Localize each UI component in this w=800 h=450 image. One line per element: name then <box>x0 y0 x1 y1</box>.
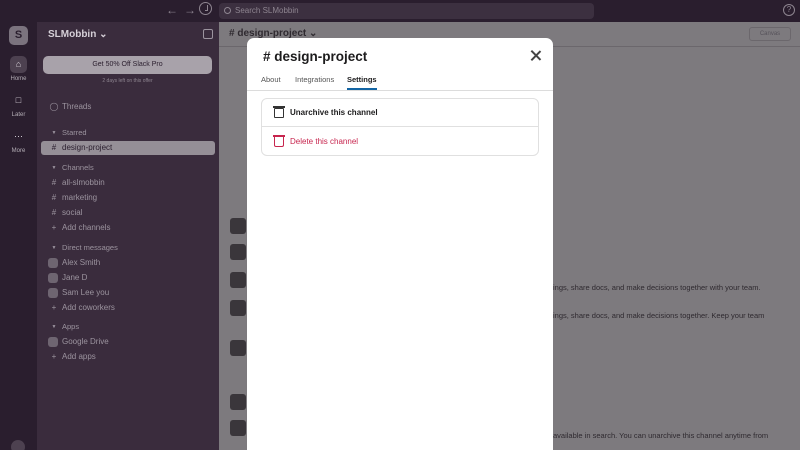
sidebar-item-design-project[interactable]: # design-project <box>41 141 215 155</box>
clock-icon[interactable] <box>199 2 212 15</box>
avatar <box>230 272 246 288</box>
message-text: ings, share docs, and make decisions tog… <box>553 283 761 292</box>
top-bar: ← → Search SLMobbin ? <box>0 0 800 22</box>
unarchive-channel-button[interactable]: Unarchive this channel <box>262 99 538 127</box>
google-drive-icon <box>48 337 58 347</box>
caret-down-icon: ▼ <box>51 245 57 251</box>
sidebar-item-google-drive[interactable]: Google Drive <box>41 335 215 349</box>
caret-down-icon: ▼ <box>51 165 57 171</box>
search-icon <box>224 7 231 14</box>
plus-icon: + <box>51 223 57 232</box>
promo-subtitle: 2 days left on this offer <box>102 78 153 84</box>
rail-item-home[interactable]: ⌂ Home <box>0 56 37 82</box>
delete-channel-button[interactable]: Delete this channel <box>262 128 538 156</box>
avatar <box>230 244 246 260</box>
plus-icon: + <box>51 303 57 312</box>
rail-label-home: Home <box>10 76 27 82</box>
archive-box-icon <box>273 106 285 118</box>
avatar <box>230 300 246 316</box>
bookmark-icon: □ <box>15 95 22 105</box>
user-avatar[interactable] <box>11 440 25 450</box>
arrow-left-icon[interactable]: ← <box>166 3 178 17</box>
rail-label-more: More <box>11 148 26 154</box>
tab-settings[interactable]: Settings <box>347 75 377 90</box>
sidebar-item-dm-alex[interactable]: Alex Smith <box>41 256 215 270</box>
section-channels[interactable]: ▼ Channels <box>41 161 215 175</box>
sidebar-item-social[interactable]: # social <box>41 206 215 220</box>
avatar <box>230 218 246 234</box>
canvas-button[interactable]: Canvas <box>749 27 791 41</box>
close-icon[interactable] <box>530 50 542 62</box>
sidebar-item-all-slmobbin[interactable]: # all-slmobbin <box>41 176 215 190</box>
section-starred[interactable]: ▼ Starred <box>41 126 215 140</box>
add-channels-button[interactable]: + Add channels <box>41 221 215 235</box>
channel-hash-icon: # <box>51 178 57 187</box>
caret-down-icon: ▼ <box>51 324 57 330</box>
help-icon[interactable]: ? <box>783 4 795 16</box>
trash-icon <box>273 135 285 147</box>
arrow-right-icon[interactable]: → <box>184 3 196 17</box>
message-text: ings, share docs, and make decisions tog… <box>553 311 765 320</box>
avatar <box>48 273 58 283</box>
search-input[interactable]: Search SLMobbin <box>219 3 594 19</box>
sidebar: SLMobbin ⌄ Get 50% Off Slack Pro 2 days … <box>37 22 219 450</box>
avatar <box>230 394 246 410</box>
avatar <box>48 258 58 268</box>
settings-actions-card: Unarchive this channel Delete this chann… <box>261 98 539 156</box>
home-icon: ⌂ <box>10 56 27 73</box>
sidebar-item-dm-sam[interactable]: Sam Lee you <box>41 286 215 300</box>
channel-hash-icon: # <box>51 193 57 202</box>
avatar <box>230 420 246 436</box>
channel-hash-icon: # <box>51 143 57 152</box>
tab-about[interactable]: About <box>261 75 281 90</box>
promo-button[interactable]: Get 50% Off Slack Pro <box>43 56 212 74</box>
workspace-switcher[interactable]: S <box>9 26 28 45</box>
avatar <box>230 340 246 356</box>
section-apps[interactable]: ▼ Apps <box>41 320 215 334</box>
search-placeholder: Search SLMobbin <box>235 6 299 15</box>
message-text: available in search. You can unarchive t… <box>553 431 769 440</box>
add-apps-button[interactable]: + Add apps <box>41 350 215 364</box>
compose-icon[interactable] <box>203 29 213 39</box>
sidebar-item-dm-jane[interactable]: Jane D <box>41 271 215 285</box>
caret-down-icon: ▼ <box>51 130 57 136</box>
sidebar-item-threads[interactable]: ◯ Threads <box>41 100 215 114</box>
threads-icon: ◯ <box>49 102 59 111</box>
channel-hash-icon: # <box>51 208 57 217</box>
workspace-rail: S ⌂ Home □ Later ⋯ More <box>0 22 37 450</box>
rail-item-more[interactable]: ⋯ More <box>0 128 37 154</box>
sidebar-item-marketing[interactable]: # marketing <box>41 191 215 205</box>
workspace-name[interactable]: SLMobbin ⌄ <box>48 29 108 40</box>
modal-tabs: About Integrations Settings <box>247 75 553 91</box>
channel-details-modal: # design-project About Integrations Sett… <box>247 38 553 450</box>
tab-integrations[interactable]: Integrations <box>295 75 334 90</box>
plus-icon: + <box>51 352 57 361</box>
rail-item-later[interactable]: □ Later <box>0 92 37 118</box>
section-direct-messages[interactable]: ▼ Direct messages <box>41 241 215 255</box>
avatar <box>48 288 58 298</box>
rail-label-later: Later <box>11 112 26 118</box>
more-icon: ⋯ <box>14 131 23 141</box>
add-coworkers-button[interactable]: + Add coworkers <box>41 301 215 315</box>
modal-title: # design-project <box>263 49 368 64</box>
